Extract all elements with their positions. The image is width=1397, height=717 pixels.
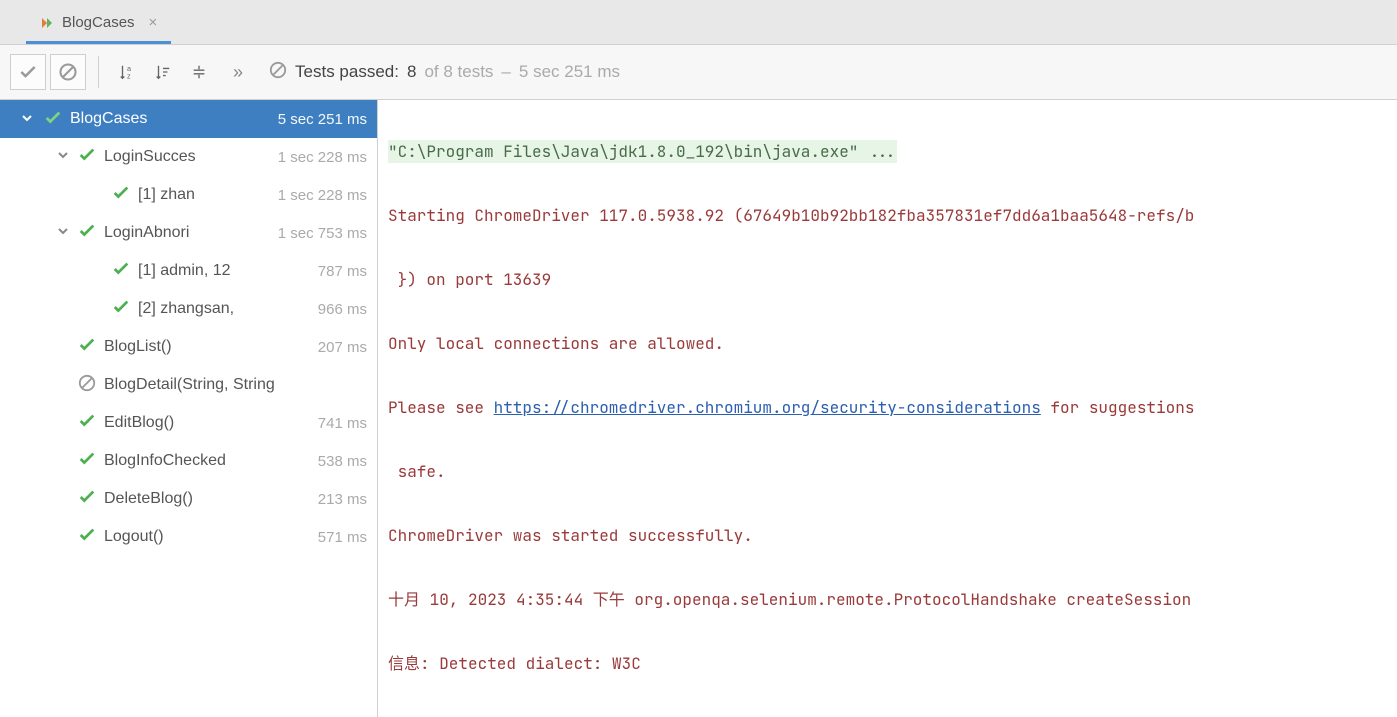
expand-all-button[interactable] [183, 56, 215, 88]
tests-passed-label: Tests passed: [295, 62, 399, 82]
test-time: 787 ms [318, 263, 367, 280]
test-tree-panel: BlogCases 5 sec 251 ms LoginSucces1 sec … [0, 100, 378, 717]
tree-body: LoginSucces1 sec 228 ms[1] zhan1 sec 228… [0, 138, 377, 556]
test-tree-row[interactable]: EditBlog()741 ms [0, 404, 377, 442]
test-time: 1 sec 753 ms [278, 225, 367, 242]
pass-icon [78, 222, 96, 245]
test-time: 1 sec 228 ms [278, 187, 367, 204]
separator [98, 56, 99, 88]
test-name: DeleteBlog() [104, 490, 314, 508]
console-line: ChromeDriver was started successfully. [388, 520, 1387, 552]
console-line: Starting ChromeDriver 117.0.5938.92 (676… [388, 200, 1387, 232]
skip-icon [78, 374, 96, 397]
test-tree-row[interactable]: [1] admin, 12787 ms [0, 252, 377, 290]
test-tree-row[interactable]: [1] zhan1 sec 228 ms [0, 176, 377, 214]
test-tree-row[interactable]: BlogInfoChecked538 ms [0, 442, 377, 480]
test-time: 966 ms [318, 301, 367, 318]
sort-alpha-button[interactable]: az [111, 56, 143, 88]
pass-icon [78, 412, 96, 435]
test-time: 213 ms [318, 491, 367, 508]
pass-icon [112, 298, 130, 321]
test-name: [1] admin, 12 [138, 262, 314, 280]
test-name: LoginSucces [104, 148, 274, 166]
test-name: BlogDetail(String, String [104, 376, 363, 394]
test-time: 538 ms [318, 453, 367, 470]
test-tree-row[interactable]: [2] zhangsan,966 ms [0, 290, 377, 328]
console-cmd: "C:\Program Files\Java\jdk1.8.0_192\bin\… [388, 140, 897, 163]
test-name: Logout() [104, 528, 314, 546]
test-name: LoginAbnori [104, 224, 274, 242]
test-name: EditBlog() [104, 414, 314, 432]
console-line: Please see https://chromedriver.chromium… [388, 392, 1387, 424]
test-toolbar: az » Tests passed: 8 of 8 tests – 5 sec … [0, 44, 1397, 100]
pass-icon [78, 336, 96, 359]
pass-icon [112, 260, 130, 283]
console-line: }) on port 13639 [388, 264, 1387, 296]
test-name: [1] zhan [138, 186, 274, 204]
show-ignored-button[interactable] [50, 54, 86, 90]
tree-root-name: BlogCases [70, 110, 278, 128]
console-line: 信息: Detected dialect: W3C [388, 648, 1387, 680]
tab-label: BlogCases [62, 14, 135, 31]
chevron-down-icon[interactable] [54, 224, 72, 243]
pass-icon [78, 146, 96, 169]
tests-passed-count: 8 [407, 62, 416, 82]
main-split: BlogCases 5 sec 251 ms LoginSucces1 sec … [0, 100, 1397, 717]
test-name: BlogList() [104, 338, 314, 356]
summary-skip-icon [269, 61, 287, 84]
console-link[interactable]: https://chromedriver.chromium.org/securi… [494, 397, 1041, 418]
pass-icon [78, 450, 96, 473]
run-config-icon [40, 16, 54, 30]
tests-total: of 8 tests [424, 62, 493, 82]
console-line: zhangsan12345http://localhost:8080/myblo… [388, 712, 1387, 717]
test-tree-row[interactable]: DeleteBlog()213 ms [0, 480, 377, 518]
console-output[interactable]: "C:\Program Files\Java\jdk1.8.0_192\bin\… [378, 100, 1397, 717]
sort-duration-button[interactable] [147, 56, 179, 88]
svg-text:z: z [127, 71, 131, 80]
tree-root-row[interactable]: BlogCases 5 sec 251 ms [0, 100, 377, 138]
pass-icon [44, 109, 62, 130]
pass-icon [112, 184, 130, 207]
more-actions-button[interactable]: » [219, 62, 257, 83]
test-name: BlogInfoChecked [104, 452, 314, 470]
tests-summary: Tests passed: 8 of 8 tests – 5 sec 251 m… [269, 61, 620, 84]
tests-duration: 5 sec 251 ms [519, 62, 620, 82]
pass-icon [78, 488, 96, 511]
tabs-bar: BlogCases × [0, 0, 1397, 44]
console-line: 十月 10, 2023 4:35:44 下午 org.openqa.seleni… [388, 584, 1387, 616]
test-name: [2] zhangsan, [138, 300, 314, 318]
test-time: 571 ms [318, 529, 367, 546]
show-passed-button[interactable] [10, 54, 46, 90]
test-time: 207 ms [318, 339, 367, 356]
test-tree-row[interactable]: BlogDetail(String, String [0, 366, 377, 404]
console-line: Only local connections are allowed. [388, 328, 1387, 360]
console-line: safe. [388, 456, 1387, 488]
tree-root-time: 5 sec 251 ms [278, 111, 367, 128]
chevron-down-icon[interactable] [54, 148, 72, 167]
test-time: 1 sec 228 ms [278, 149, 367, 166]
chevron-down-icon [20, 111, 34, 128]
tests-separator: – [501, 62, 510, 82]
tab-blogcases[interactable]: BlogCases × [26, 4, 171, 44]
test-tree-row[interactable]: BlogList()207 ms [0, 328, 377, 366]
test-tree-row[interactable]: LoginAbnori1 sec 753 ms [0, 214, 377, 252]
test-tree-row[interactable]: Logout()571 ms [0, 518, 377, 556]
test-time: 741 ms [318, 415, 367, 432]
test-tree-row[interactable]: LoginSucces1 sec 228 ms [0, 138, 377, 176]
pass-icon [78, 526, 96, 549]
close-icon[interactable]: × [149, 14, 158, 31]
